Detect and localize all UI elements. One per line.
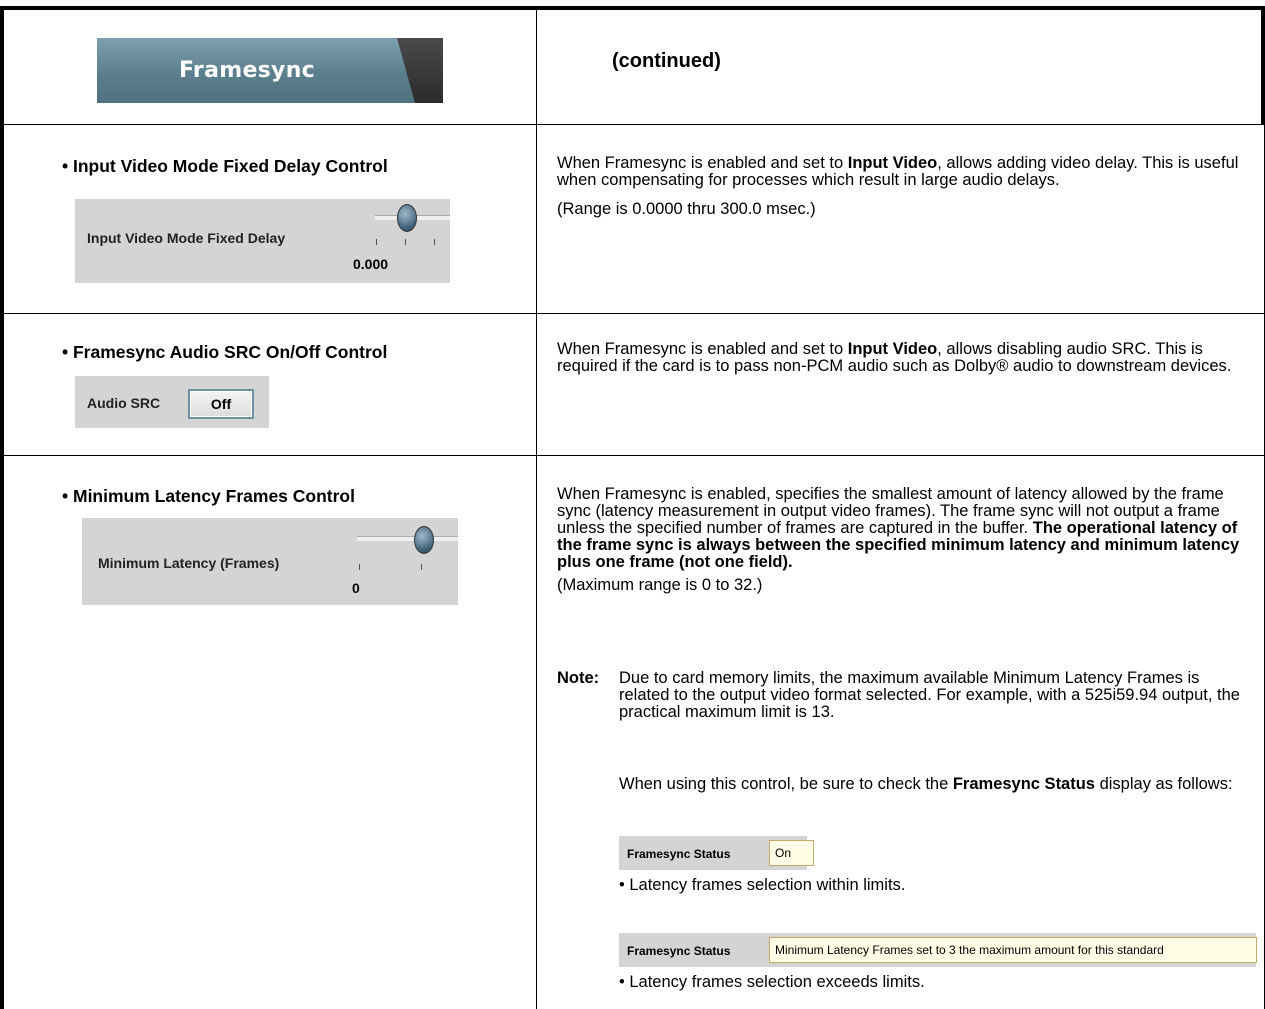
status-field: On (769, 840, 814, 866)
status-label: Framesync Status (627, 847, 731, 861)
table-right-border (1261, 6, 1265, 124)
control-title: • Input Video Mode Fixed Delay Control (62, 156, 388, 176)
row-divider (0, 124, 1265, 125)
description: When Framesync is enabled and set to Inp… (557, 154, 1239, 218)
status-caption: • Latency frames selection exceeds limit… (619, 973, 925, 991)
min-latency-panel: Minimum Latency (Frames) 0 (82, 518, 458, 605)
description: When Framesync is enabled and set to Inp… (557, 340, 1232, 375)
status-example-error: Framesync Status Minimum Latency Frames … (619, 933, 1257, 967)
status-example-ok: Framesync Status On (619, 836, 814, 870)
row-divider (0, 455, 1265, 456)
panel-label: Input Video Mode Fixed Delay (87, 230, 286, 246)
panel-label: Audio SRC (87, 395, 161, 411)
status-field: Minimum Latency Frames set to 3 the maxi… (769, 937, 1257, 963)
slider-thumb[interactable] (414, 526, 434, 554)
table-left-border (0, 6, 4, 1009)
control-title: • Framesync Audio SRC On/Off Control (62, 342, 388, 362)
note-followup: When using this control, be sure to chec… (619, 775, 1233, 793)
row-divider (0, 313, 1265, 314)
description: When Framesync is enabled, specifies the… (557, 485, 1240, 594)
note-label: Note: (557, 669, 600, 687)
slider-track[interactable] (357, 536, 458, 541)
status-label: Framesync Status (627, 944, 731, 958)
tab-label: Framesync (179, 58, 315, 83)
panel-label: Minimum Latency (Frames) (98, 555, 280, 571)
status-caption: • Latency frames selection within limits… (619, 876, 906, 894)
slider-value: 0.000 (353, 256, 389, 272)
column-divider (536, 6, 537, 1009)
control-title: • Minimum Latency Frames Control (62, 486, 355, 506)
slider-value: 0 (352, 580, 360, 596)
note-text: Due to card memory limits, the maximum a… (619, 669, 1240, 721)
audio-src-toggle-button[interactable]: Off (188, 389, 254, 419)
table-top-border (0, 6, 1265, 10)
continued-heading: (continued) (612, 50, 721, 72)
framesync-tab[interactable]: Framesync (97, 38, 443, 103)
slider-thumb[interactable] (397, 204, 417, 232)
audio-src-panel: Audio SRC Off (75, 376, 269, 428)
fixed-delay-panel: Input Video Mode Fixed Delay 0.000 (75, 199, 450, 283)
